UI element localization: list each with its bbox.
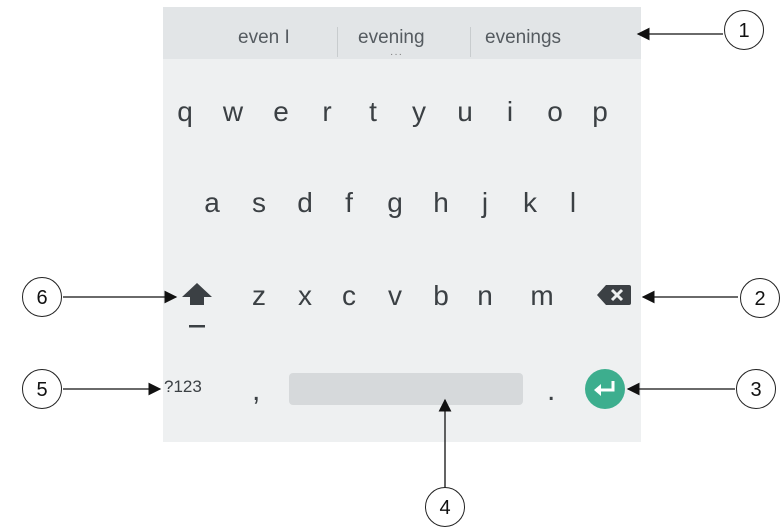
callout-1: 1 [724,10,764,50]
callout-lines [63,27,738,488]
callout-5: 5 [22,369,62,409]
callout-6: 6 [22,277,62,317]
callout-3: 3 [736,369,776,409]
callout-4: 4 [425,487,465,527]
callout-2: 2 [740,278,780,318]
